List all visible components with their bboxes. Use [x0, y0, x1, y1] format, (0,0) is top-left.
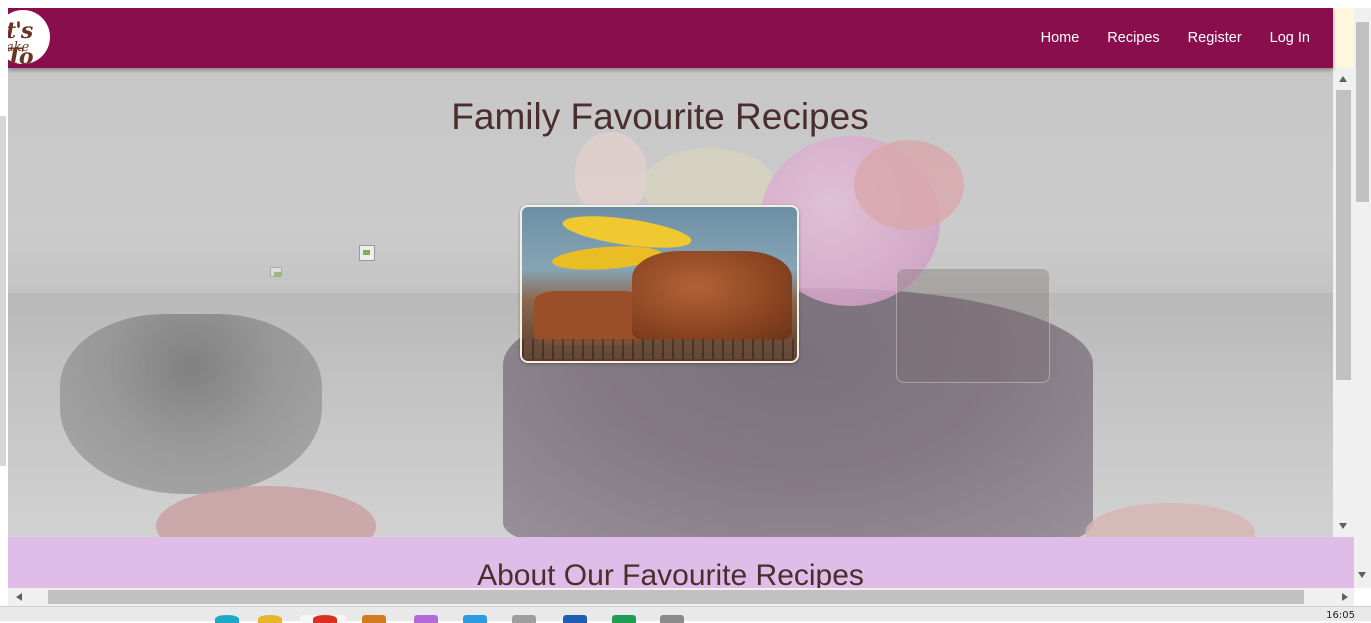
taskbar-clock[interactable]: 16:05: [1326, 610, 1355, 621]
top-navbar: t's To ake Home Recipes Register Log In: [8, 8, 1333, 68]
hero-background-fig: [575, 132, 647, 212]
broken-image-icon[interactable]: [359, 245, 375, 261]
broken-image-icon[interactable]: [270, 267, 282, 277]
brand-logo[interactable]: t's To ake: [8, 10, 50, 64]
left-scroll-thumb[interactable]: [0, 116, 6, 466]
nav-recipes-link[interactable]: Recipes: [1107, 30, 1159, 46]
inner-scroll-thumb[interactable]: [1336, 90, 1351, 380]
nav-home-link[interactable]: Home: [1041, 30, 1080, 46]
nav-register-link[interactable]: Register: [1188, 30, 1242, 46]
about-heading: About Our Favourite Recipes: [477, 559, 864, 588]
carousel-side-image[interactable]: [896, 268, 1050, 383]
page-scroll-thumb[interactable]: [1356, 22, 1369, 202]
hero-background-bowl: [60, 314, 322, 494]
scroll-left-arrow-icon[interactable]: [16, 593, 22, 601]
taskbar-app-icon[interactable]: [215, 615, 239, 623]
page-title: Family Favourite Recipes: [451, 96, 869, 137]
taskbar-app-icon[interactable]: [612, 615, 636, 623]
taskbar-app-icon[interactable]: [414, 615, 438, 623]
nav-links: Home Recipes Register Log In: [1041, 8, 1333, 68]
hero-background-flower: [854, 140, 964, 230]
banana-bread-loaf-shape: [632, 251, 792, 341]
scroll-down-arrow-icon[interactable]: [1358, 572, 1366, 578]
taskbar-app-icon[interactable]: [660, 615, 684, 623]
horizontal-scrollbar[interactable]: [8, 588, 1354, 606]
taskbar-app-icon[interactable]: [512, 615, 536, 623]
taskbar-app-icon[interactable]: [463, 615, 487, 623]
about-section: About Our Favourite Recipes: [8, 537, 1354, 588]
taskbar-app-icon[interactable]: [362, 615, 386, 623]
scroll-down-arrow-icon[interactable]: [1339, 523, 1347, 529]
browser-viewport: t's To ake Home Recipes Register Log In …: [8, 8, 1354, 588]
nav-login-link[interactable]: Log In: [1270, 30, 1310, 46]
inner-vertical-scrollbar[interactable]: [1333, 68, 1354, 537]
chrome-icon[interactable]: [313, 615, 337, 623]
cooling-rack-shape: [522, 339, 797, 359]
logo-text-bottom: ake: [8, 40, 30, 55]
taskbar-app-icon[interactable]: [258, 615, 282, 623]
page-vertical-scrollbar[interactable]: [1354, 8, 1371, 588]
left-edge-scrollbar[interactable]: [0, 8, 8, 588]
nav-right-strip: [1333, 8, 1354, 68]
scroll-right-arrow-icon[interactable]: [1342, 593, 1348, 601]
scroll-up-arrow-icon[interactable]: [1339, 76, 1347, 82]
os-taskbar: 16:05: [0, 606, 1371, 623]
horizontal-scroll-thumb[interactable]: [48, 590, 1304, 604]
hero-section: Family Favourite Recipes: [8, 68, 1333, 537]
taskbar-app-icon[interactable]: [563, 615, 587, 623]
bread-slices-shape: [534, 291, 644, 345]
carousel-featured-image[interactable]: [520, 205, 799, 363]
